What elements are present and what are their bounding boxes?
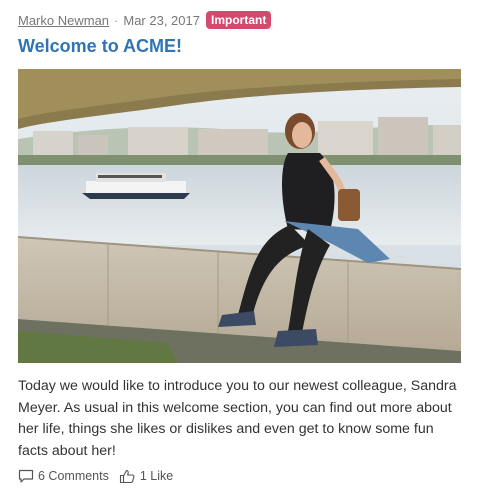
meta-separator: · <box>114 12 119 28</box>
author-link[interactable]: Marko Newman <box>18 13 109 28</box>
comment-icon <box>18 469 34 483</box>
important-badge: Important <box>205 11 272 29</box>
post-actions: 6 Comments 1 Like <box>18 466 173 486</box>
post-body: Today we would like to introduce you to … <box>18 378 457 459</box>
like-button[interactable]: 1 Like <box>119 469 173 484</box>
post-image <box>18 69 461 363</box>
likes-count: 1 Like <box>139 469 174 483</box>
post-meta: Marko Newman · Mar 23, 2017 Important <box>18 10 272 30</box>
post-title[interactable]: Welcome to ACME! <box>18 36 182 57</box>
post-date: Mar 23, 2017 <box>123 12 200 28</box>
comments-count: 6 Comments <box>38 469 109 483</box>
thumbs-up-icon <box>119 469 135 483</box>
comments-button[interactable]: 6 Comments <box>18 469 109 484</box>
post-photo <box>18 69 461 363</box>
